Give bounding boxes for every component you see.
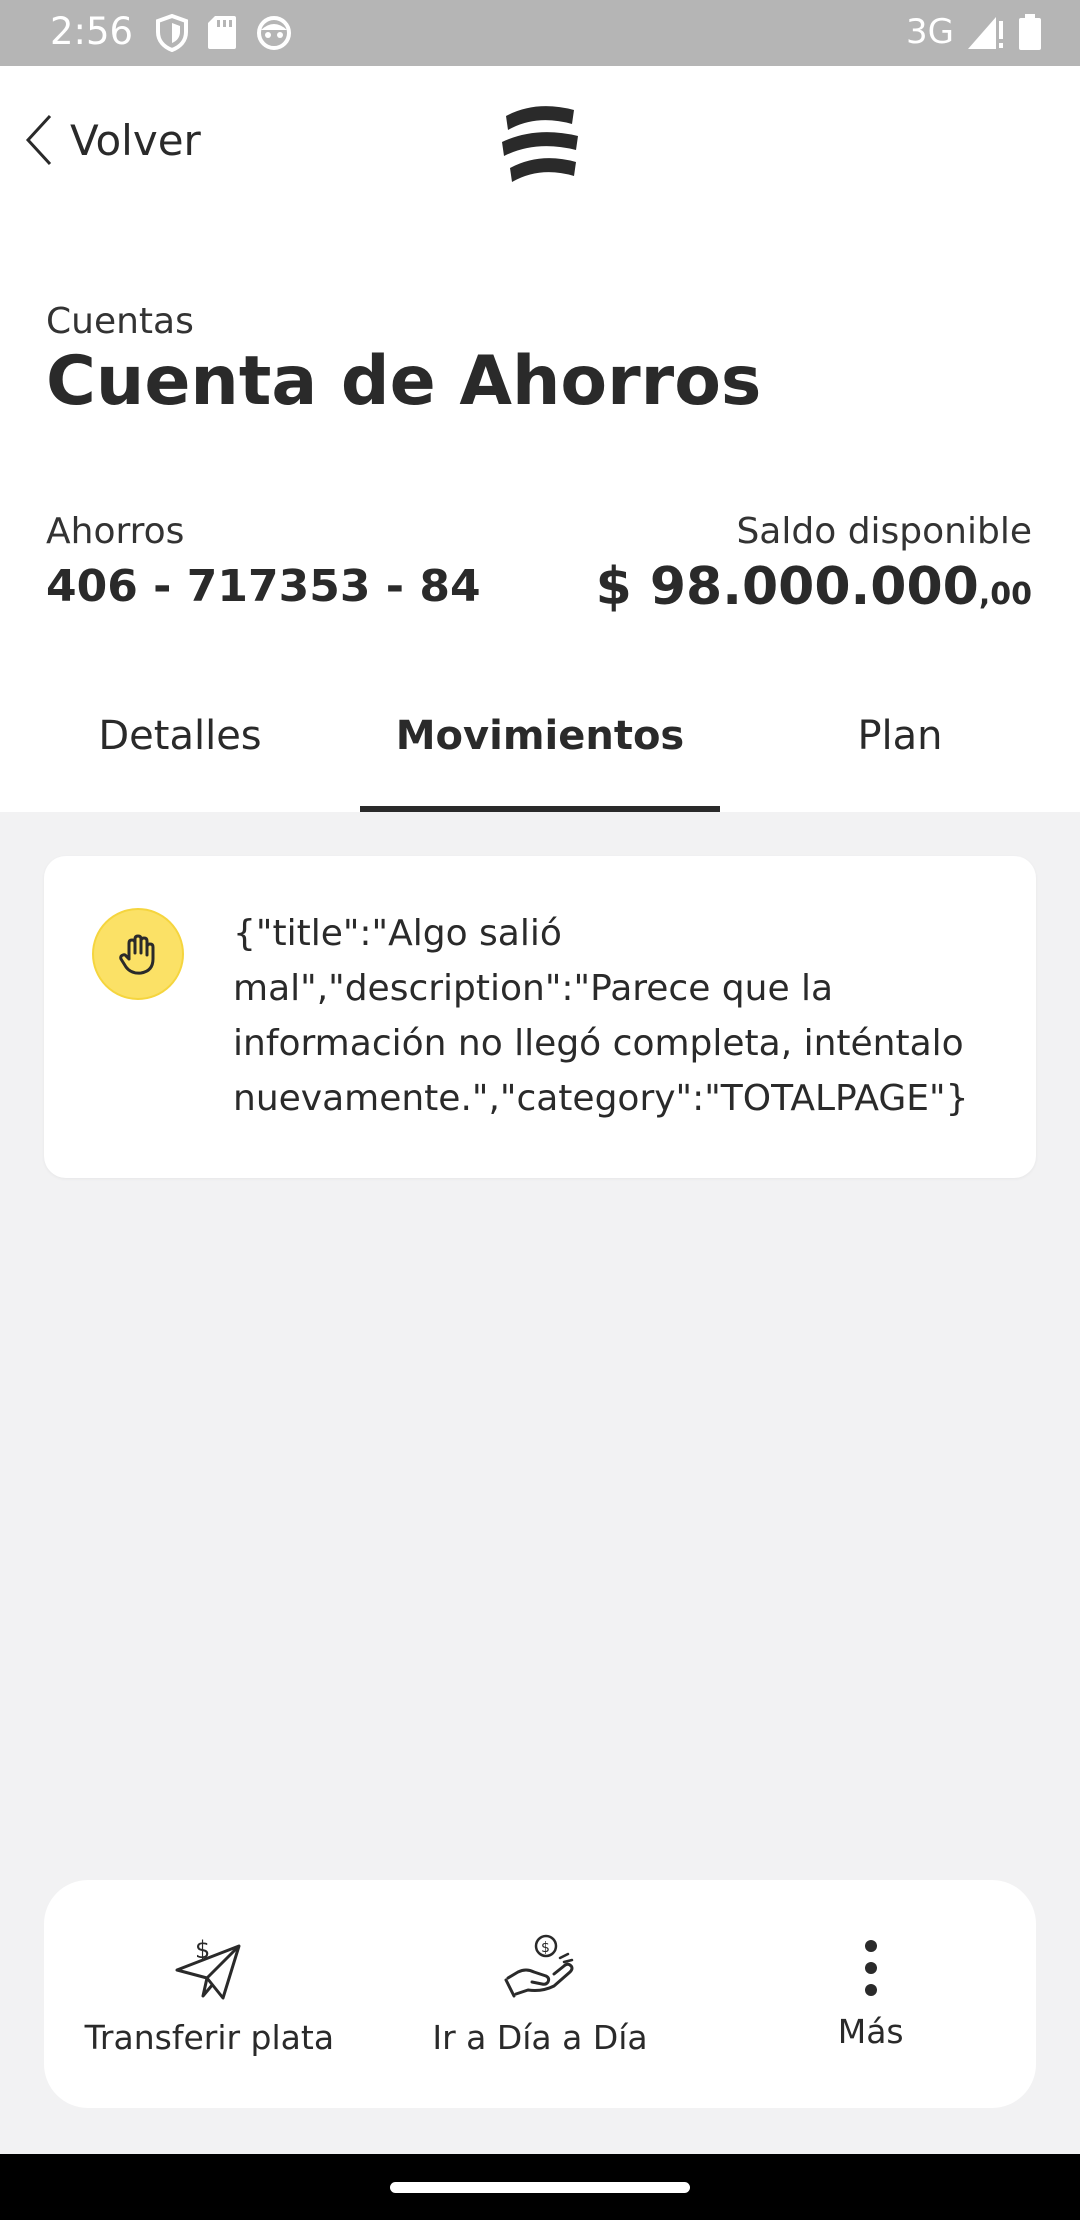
transfer-button[interactable]: $ Transferir plata [44, 1880, 375, 2108]
chevron-left-icon [25, 114, 52, 166]
app-header: Volver [0, 66, 1080, 226]
account-type-label: Ahorros [46, 511, 185, 552]
status-time: 2:56 [50, 10, 134, 53]
paper-plane-money-icon: $ [175, 1936, 241, 1999]
back-label: Volver [70, 115, 201, 165]
signal-icon [968, 17, 1003, 49]
network-type: 3G [906, 12, 954, 52]
tab-bar: Detalles Movimientos Plan [0, 660, 1080, 812]
shield-icon [156, 14, 188, 52]
section-label: Cuentas [46, 301, 194, 342]
balance-main: $ 98.000.000 [595, 557, 979, 617]
title-block: Cuentas Cuenta de Ahorros [46, 300, 761, 424]
dia-a-dia-button[interactable]: $ Ir a Día a Día [375, 1880, 706, 2108]
error-card: {"title":"Algo salió mal","description":… [44, 856, 1036, 1178]
system-nav-bar [0, 2154, 1080, 2220]
more-vertical-icon [864, 1939, 877, 1996]
bank-logo-icon [496, 98, 584, 192]
balance-block: Saldo disponible $ 98.000.000,00 [596, 510, 1032, 632]
android-face-icon [257, 16, 291, 50]
battery-icon [1019, 14, 1041, 50]
balance-label: Saldo disponible [736, 511, 1032, 552]
action-bar: $ Transferir plata $ Ir a Día a Día Más [44, 1880, 1036, 2108]
more-label: Más [837, 2011, 904, 2051]
dia-a-dia-label: Ir a Día a Día [432, 2017, 648, 2057]
account-number-block: Ahorros 406 - 717353 - 84 [46, 510, 481, 620]
hand-stop-icon [92, 908, 184, 1000]
tab-movimientos[interactable]: Movimientos [360, 660, 720, 812]
back-button[interactable]: Volver [24, 114, 201, 166]
balance-amount: $ 98.000.000,00 [596, 554, 1032, 632]
transfer-label: Transferir plata [84, 2017, 335, 2057]
sd-card-icon [208, 16, 236, 49]
svg-text:$: $ [195, 1936, 210, 1964]
hand-coin-icon: $ [504, 1934, 574, 1997]
status-bar: 2:56 3G [0, 0, 1080, 66]
status-icons-left [155, 14, 293, 52]
page-title: Cuenta de Ahorros [46, 342, 762, 421]
more-button[interactable]: Más [705, 1880, 1036, 2108]
status-icons-right: 3G [906, 12, 1042, 52]
error-message: {"title":"Algo salió mal","description":… [233, 913, 969, 1119]
account-number: 406 - 717353 - 84 [46, 561, 481, 612]
tab-plan[interactable]: Plan [720, 660, 1080, 812]
home-indicator[interactable] [390, 2182, 690, 2193]
balance-cents: ,00 [978, 577, 1032, 612]
svg-text:$: $ [541, 1940, 550, 1956]
tab-detalles[interactable]: Detalles [0, 660, 360, 812]
